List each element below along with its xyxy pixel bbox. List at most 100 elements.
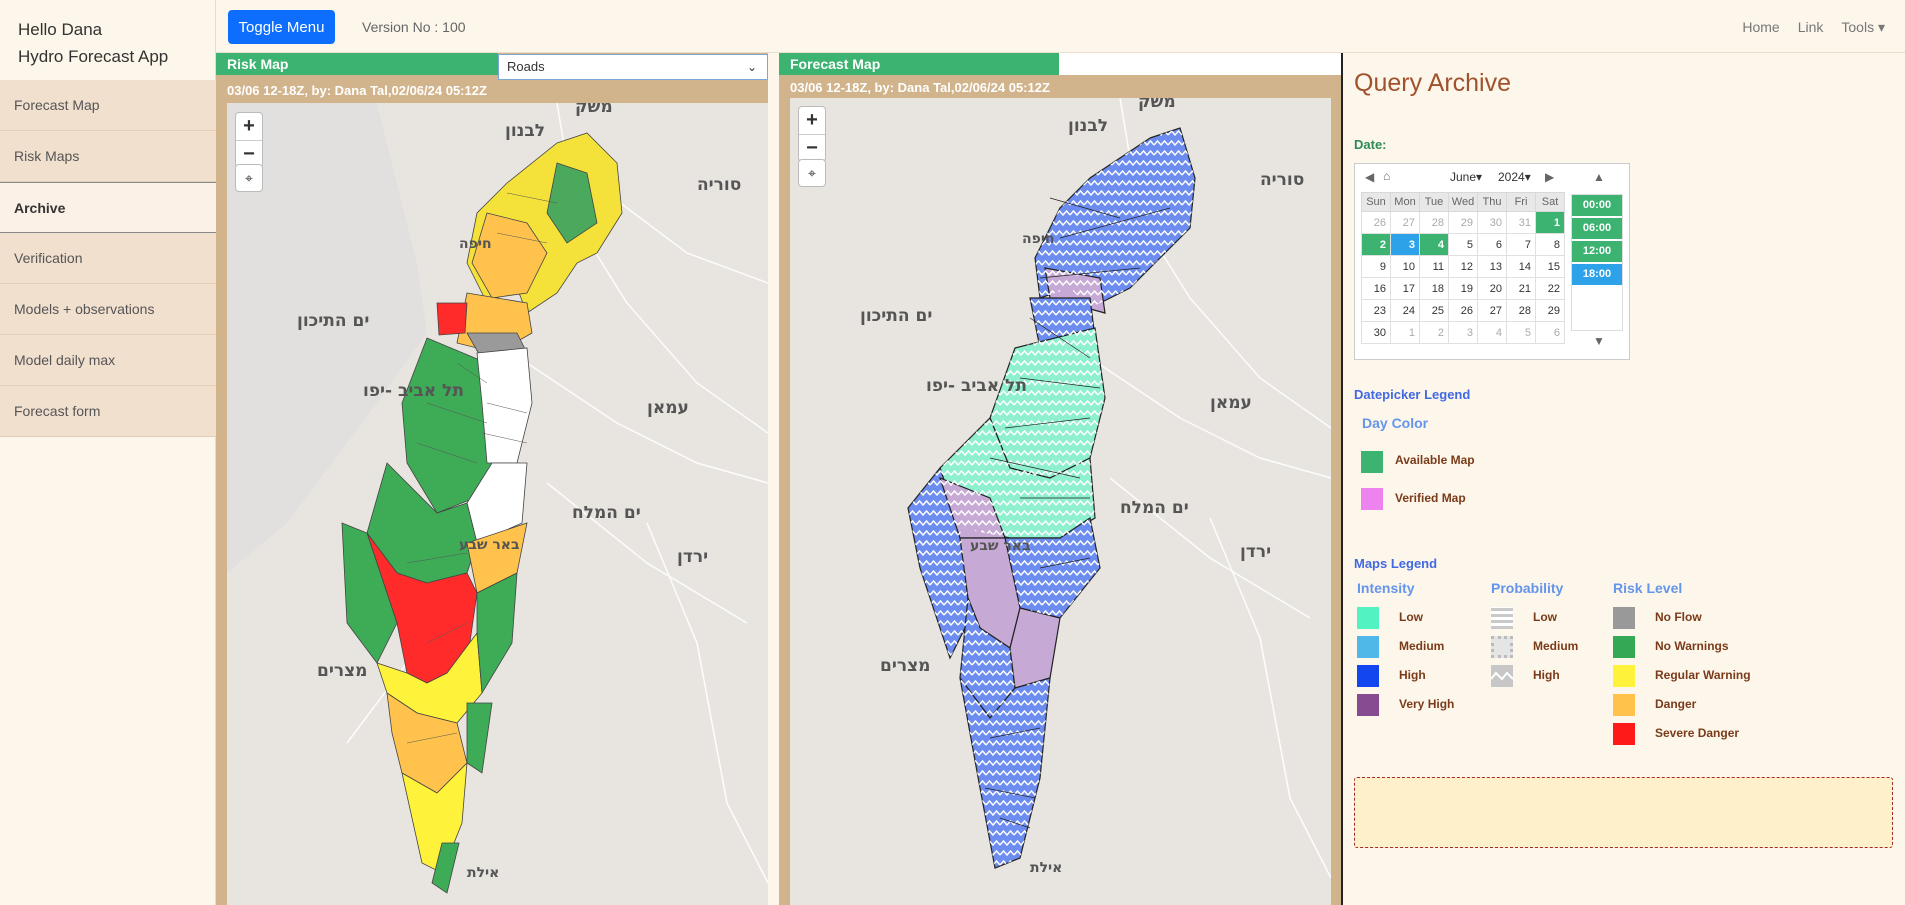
calendar-day[interactable]: 16 [1361, 277, 1391, 300]
calendar-day-available[interactable]: 4 [1419, 233, 1449, 256]
datepicker-header: ◀ ⌂ June▾ 2024▾ ▶ ▲ [1355, 169, 1605, 187]
calendar-day[interactable]: 1 [1390, 321, 1420, 344]
calendar-day[interactable]: 6 [1477, 233, 1507, 256]
calendar-day-available[interactable]: 2 [1361, 233, 1391, 256]
chevron-down-icon: ⌄ [746, 60, 757, 74]
forecast-map-title-filler [1059, 53, 1341, 75]
calendar-day[interactable]: 28 [1419, 211, 1449, 234]
calendar-day[interactable]: 23 [1361, 299, 1391, 322]
nav-link-link[interactable]: Link [1798, 19, 1824, 36]
intensity-very-high-swatch [1357, 694, 1379, 716]
calendar-day[interactable]: 2 [1419, 321, 1449, 344]
forecast-map-panel: Forecast Map 03/06 12-18Z, by: Dana Tal,… [779, 53, 1341, 905]
zoom-out-button[interactable]: − [799, 134, 825, 161]
prev-month-icon[interactable]: ◀ [1365, 170, 1374, 184]
calendar-day-available[interactable]: 1 [1535, 211, 1565, 234]
calendar-day[interactable]: 25 [1419, 299, 1449, 322]
intensity-very-high-label: Very High [1399, 697, 1455, 711]
toggle-menu-button[interactable]: Toggle Menu [228, 10, 335, 44]
calendar-day[interactable]: 29 [1535, 299, 1565, 322]
calendar-day[interactable]: 3 [1448, 321, 1478, 344]
calendar-day[interactable]: 27 [1390, 211, 1420, 234]
zoom-in-button[interactable]: + [236, 113, 262, 140]
time-up-icon[interactable]: ▲ [1593, 170, 1605, 184]
risk-map-canvas[interactable]: משק לבנון סוריה חיפה ים התיכון תל אביב -… [227, 103, 768, 905]
calendar-day[interactable]: 18 [1419, 277, 1449, 300]
calendar-day[interactable]: 14 [1506, 255, 1536, 278]
locate-button[interactable]: ⌖ [235, 164, 263, 192]
calendar-day[interactable]: 5 [1448, 233, 1478, 256]
available-map-label: Available Map [1395, 453, 1475, 467]
sidebar-item-model-daily-max[interactable]: Model daily max [0, 335, 216, 386]
calendar-day[interactable]: 19 [1448, 277, 1478, 300]
calendar-day[interactable]: 28 [1506, 299, 1536, 322]
calendar-day[interactable]: 22 [1535, 277, 1565, 300]
time-option[interactable]: 12:00 [1572, 241, 1622, 262]
calendar-day[interactable]: 30 [1477, 211, 1507, 234]
calendar-day[interactable]: 7 [1506, 233, 1536, 256]
nav-tools-dropdown[interactable]: Tools ▾ [1841, 19, 1885, 36]
calendar-day-selected[interactable]: 3 [1390, 233, 1420, 256]
page-title: Query Archive [1354, 69, 1512, 97]
calendar-day[interactable]: 4 [1477, 321, 1507, 344]
zoom-out-button[interactable]: − [236, 140, 262, 167]
risk-map-title: Risk Map [216, 53, 498, 75]
month-select[interactable]: June▾ [1450, 170, 1482, 184]
zigzag-icon [1490, 671, 1514, 681]
forecast-map-title: Forecast Map [779, 53, 1059, 75]
calendar-day[interactable]: 10 [1390, 255, 1420, 278]
forecast-map-canvas[interactable]: משק לבנון סוריה חיפה ים התיכון תל אביב -… [790, 98, 1331, 905]
map-label: באר שבע [459, 537, 520, 553]
calendar-day[interactable]: 30 [1361, 321, 1391, 344]
crosshair-icon: ⌖ [245, 170, 253, 186]
nav-home-link[interactable]: Home [1742, 19, 1779, 36]
sidebar-item-risk-maps[interactable]: Risk Maps [0, 131, 216, 182]
calendar-day[interactable]: 5 [1506, 321, 1536, 344]
sidebar-item-models-observations[interactable]: Models + observations [0, 284, 216, 335]
layer-select[interactable]: Roads ⌄ [498, 54, 768, 80]
calendar-day[interactable]: 12 [1448, 255, 1478, 278]
risk-no-flow-swatch [1613, 607, 1635, 629]
next-month-icon[interactable]: ▶ [1545, 170, 1554, 184]
probability-high-label: High [1533, 668, 1560, 682]
calendar-day[interactable]: 17 [1390, 277, 1420, 300]
calendar-day[interactable]: 29 [1448, 211, 1478, 234]
sidebar-item-archive[interactable]: Archive [0, 182, 216, 233]
time-option[interactable]: 00:00 [1572, 195, 1622, 216]
map-label: אילת [467, 865, 500, 881]
calendar-day[interactable]: 6 [1535, 321, 1565, 344]
calendar-day[interactable]: 15 [1535, 255, 1565, 278]
calendar-day[interactable]: 21 [1506, 277, 1536, 300]
zoom-in-button[interactable]: + [799, 107, 825, 134]
weekday-header: Fri [1506, 192, 1536, 212]
sidebar-item-verification[interactable]: Verification [0, 233, 216, 284]
map-label: לבנון [1068, 116, 1109, 136]
verified-map-label: Verified Map [1395, 491, 1466, 505]
calendar-day[interactable]: 26 [1448, 299, 1478, 322]
weekday-header: Thu [1477, 192, 1507, 212]
year-select[interactable]: 2024▾ [1498, 170, 1531, 184]
calendar-day[interactable]: 31 [1506, 211, 1536, 234]
intensity-high-label: High [1399, 668, 1426, 682]
intensity-low-swatch [1357, 607, 1379, 629]
calendar-day[interactable]: 20 [1477, 277, 1507, 300]
time-option[interactable]: 06:00 [1572, 218, 1622, 239]
sidebar-item-forecast-form[interactable]: Forecast form [0, 386, 216, 437]
calendar-day[interactable]: 26 [1361, 211, 1391, 234]
calendar-day[interactable]: 13 [1477, 255, 1507, 278]
message-box [1354, 777, 1893, 848]
locate-button[interactable]: ⌖ [798, 159, 826, 187]
home-icon[interactable]: ⌂ [1383, 169, 1390, 183]
calendar-day[interactable]: 24 [1390, 299, 1420, 322]
risk-no-flow-label: No Flow [1655, 610, 1702, 624]
calendar-day[interactable]: 8 [1535, 233, 1565, 256]
weekday-header: Tue [1419, 192, 1449, 212]
calendar-day[interactable]: 9 [1361, 255, 1391, 278]
calendar-day[interactable]: 11 [1419, 255, 1449, 278]
intensity-medium-swatch [1357, 636, 1379, 658]
time-down-icon[interactable]: ▼ [1593, 334, 1605, 348]
map-label: תל אביב -יפו [926, 376, 1027, 396]
sidebar-item-forecast-map[interactable]: Forecast Map [0, 80, 216, 131]
time-option-selected[interactable]: 18:00 [1572, 264, 1622, 285]
calendar-day[interactable]: 27 [1477, 299, 1507, 322]
